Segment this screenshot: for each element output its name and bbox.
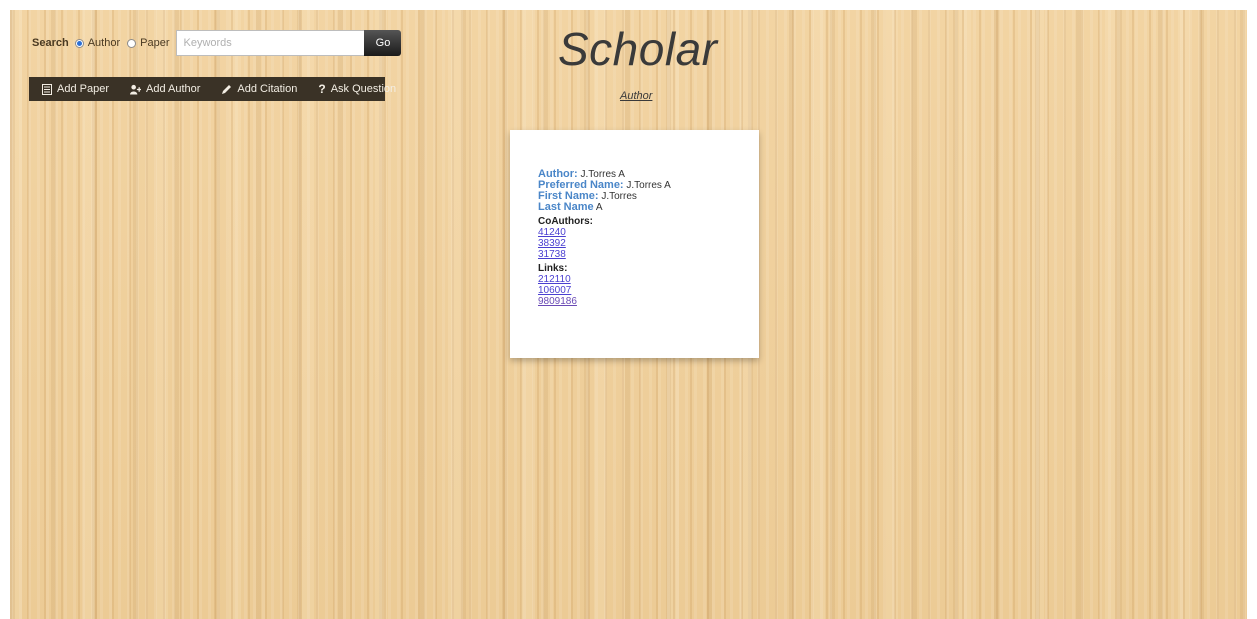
add-citation-label: Add Citation [237,83,298,95]
pencil-icon [221,84,232,95]
author-card: Author: J.Torres A Preferred Name: J.Tor… [510,130,759,358]
paper-link[interactable]: 106007 [538,285,671,296]
question-icon: ? [318,82,326,96]
site-title: Scholar [558,23,718,75]
links-title: Links: [538,263,568,274]
author-nav-link[interactable]: Author [620,90,652,102]
add-author-button[interactable]: Add Author [129,83,201,95]
preferred-name-value: J.Torres A [626,180,671,191]
paper-radio-label[interactable]: Paper [140,37,169,49]
document-icon [41,83,52,95]
add-paper-button[interactable]: Add Paper [41,83,109,95]
coauthor-link[interactable]: 31738 [538,249,671,260]
paper-link[interactable]: 212110 [538,274,671,285]
paper-radio[interactable] [127,38,137,48]
first-name-value: J.Torres [601,191,637,202]
author-radio-label[interactable]: Author [88,37,120,49]
search-input[interactable] [176,30,365,56]
add-user-icon [129,84,141,95]
last-name-value: A [595,202,603,213]
author-details: Author: J.Torres A Preferred Name: J.Tor… [538,169,671,308]
coauthors-title: CoAuthors: [538,216,593,227]
action-toolbar: Add Paper Add Author Add Citation ? Ask … [29,77,396,101]
paper-link[interactable]: 9809186 [538,296,671,307]
last-name-key: Last Name [538,201,594,213]
coauthor-link[interactable]: 41240 [538,227,671,238]
add-citation-button[interactable]: Add Citation [221,83,297,95]
ask-question-button[interactable]: ? Ask Question [318,82,396,96]
search-bar: Search Author Paper Go [32,29,402,57]
search-label: Search [32,37,69,49]
add-paper-label: Add Paper [57,83,109,95]
author-radio[interactable] [74,38,84,48]
ask-question-label: Ask Question [330,83,397,95]
coauthor-link[interactable]: 38392 [538,238,671,249]
last-name-row: Last Name A [538,201,671,214]
go-button[interactable]: Go [364,30,402,56]
add-author-label: Add Author [145,83,201,95]
